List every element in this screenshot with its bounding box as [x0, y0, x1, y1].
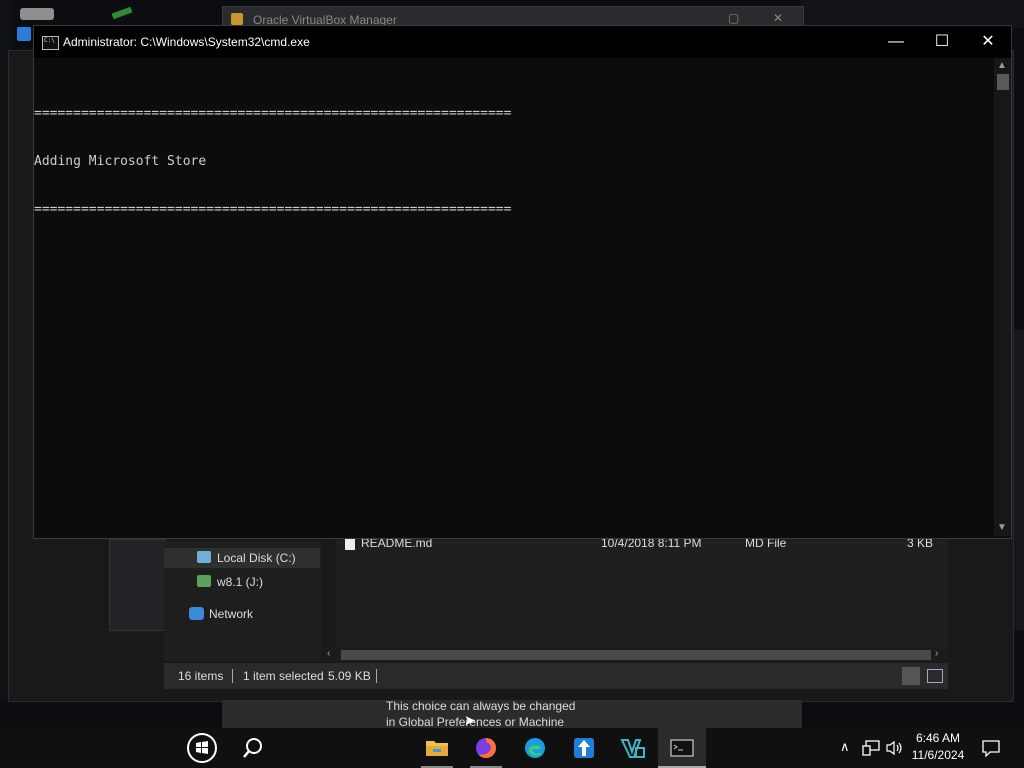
taskbar: ∧ 6:46 AM 11/6/2024	[0, 728, 1024, 768]
cmd-titlebar[interactable]: Administrator: C:\Windows\System32\cmd.e…	[34, 26, 1011, 58]
cmd-icon	[42, 36, 59, 50]
nav-item-local-disk[interactable]: Local Disk (C:)	[217, 551, 296, 565]
clock-time: 6:46 AM	[915, 731, 961, 745]
mouse-cursor-icon: ➤	[464, 712, 476, 728]
vertical-scrollbar[interactable]	[994, 58, 1011, 536]
large-icons-view-icon[interactable]	[927, 669, 943, 683]
search-icon	[243, 738, 262, 758]
edge-icon	[525, 738, 545, 758]
maximize-button[interactable]: ☐	[919, 26, 965, 58]
start-button[interactable]	[178, 728, 226, 768]
virtualbox-icon	[574, 738, 594, 758]
hint-panel: This choice can always be changed in Glo…	[222, 699, 802, 729]
minimize-button[interactable]: —	[873, 26, 919, 58]
network-icon	[189, 607, 204, 620]
close-button[interactable]: ✕	[965, 26, 1011, 58]
status-separator	[376, 669, 377, 683]
folder-icon	[426, 741, 448, 756]
nav-item-w81[interactable]: w8.1 (J:)	[217, 575, 263, 589]
virtualbox-icon	[231, 13, 243, 25]
details-view-icon[interactable]	[902, 667, 920, 685]
console-separator-bottom: ========================================…	[34, 202, 512, 217]
file-list[interactable]	[336, 531, 948, 661]
scroll-up-icon[interactable]: ▲	[997, 60, 1007, 71]
visual-studio-icon	[620, 739, 645, 758]
minimize-icon[interactable]: ▢	[728, 11, 739, 25]
cmd-icon	[670, 739, 694, 757]
taskbar-firefox[interactable]	[462, 728, 510, 768]
drive-icon	[197, 551, 211, 563]
scroll-right-icon[interactable]: ›	[935, 648, 938, 659]
status-bar: 16 items 1 item selected 5.09 KB	[164, 663, 948, 689]
console-separator-top: ========================================…	[34, 106, 512, 121]
taskbar-edge[interactable]	[511, 728, 559, 768]
desktop-recycle-bin-icon[interactable]	[20, 8, 54, 20]
status-item-count: 16 items	[178, 669, 224, 683]
console-output[interactable]: ========================================…	[34, 74, 994, 250]
close-icon: ✕	[981, 33, 995, 50]
hint-line-1: This choice can always be changed	[386, 699, 576, 713]
close-icon[interactable]: ✕	[773, 11, 783, 25]
minimize-icon: —	[888, 33, 904, 50]
volume-icon[interactable]	[886, 740, 904, 756]
firefox-icon	[476, 738, 496, 758]
file-icon	[345, 538, 355, 550]
horizontal-scroll-thumb[interactable]	[341, 650, 931, 660]
scroll-down-icon[interactable]: ▼	[997, 522, 1007, 533]
cmd-window[interactable]: Administrator: C:\Windows\System32\cmd.e…	[33, 25, 1012, 539]
status-separator	[232, 669, 233, 683]
desktop-shortcut-icon[interactable]	[111, 6, 133, 20]
explorer-side-panel	[109, 539, 166, 631]
clock-date: 11/6/2024	[911, 748, 965, 762]
vertical-scroll-thumb[interactable]	[997, 74, 1009, 90]
console-message: Adding Microsoft Store	[34, 154, 207, 169]
cmd-title: Administrator: C:\Windows\System32\cmd.e…	[63, 35, 310, 49]
taskbar-visual-studio[interactable]	[609, 728, 657, 768]
status-selection: 1 item selected	[243, 669, 324, 683]
windows-logo-icon	[187, 733, 217, 763]
scroll-left-icon[interactable]: ‹	[327, 648, 330, 659]
desktop-virtualbox-icon[interactable]	[17, 27, 31, 41]
chevron-up-icon[interactable]: ∧	[840, 739, 850, 755]
drive-icon	[197, 575, 211, 587]
taskbar-cmd[interactable]	[658, 728, 706, 768]
status-selection-size: 5.09 KB	[328, 669, 371, 683]
network-icon[interactable]	[862, 740, 880, 756]
maximize-icon: ☐	[934, 33, 950, 50]
notification-icon[interactable]	[982, 739, 1000, 757]
desktop-background-top	[800, 0, 1024, 28]
nav-item-network[interactable]: Network	[209, 607, 253, 621]
search-button[interactable]	[229, 728, 277, 768]
taskbar-virtualbox[interactable]	[560, 728, 608, 768]
system-clock[interactable]: 6:46 AM 11/6/2024	[908, 730, 968, 764]
taskbar-file-explorer[interactable]	[413, 728, 461, 768]
